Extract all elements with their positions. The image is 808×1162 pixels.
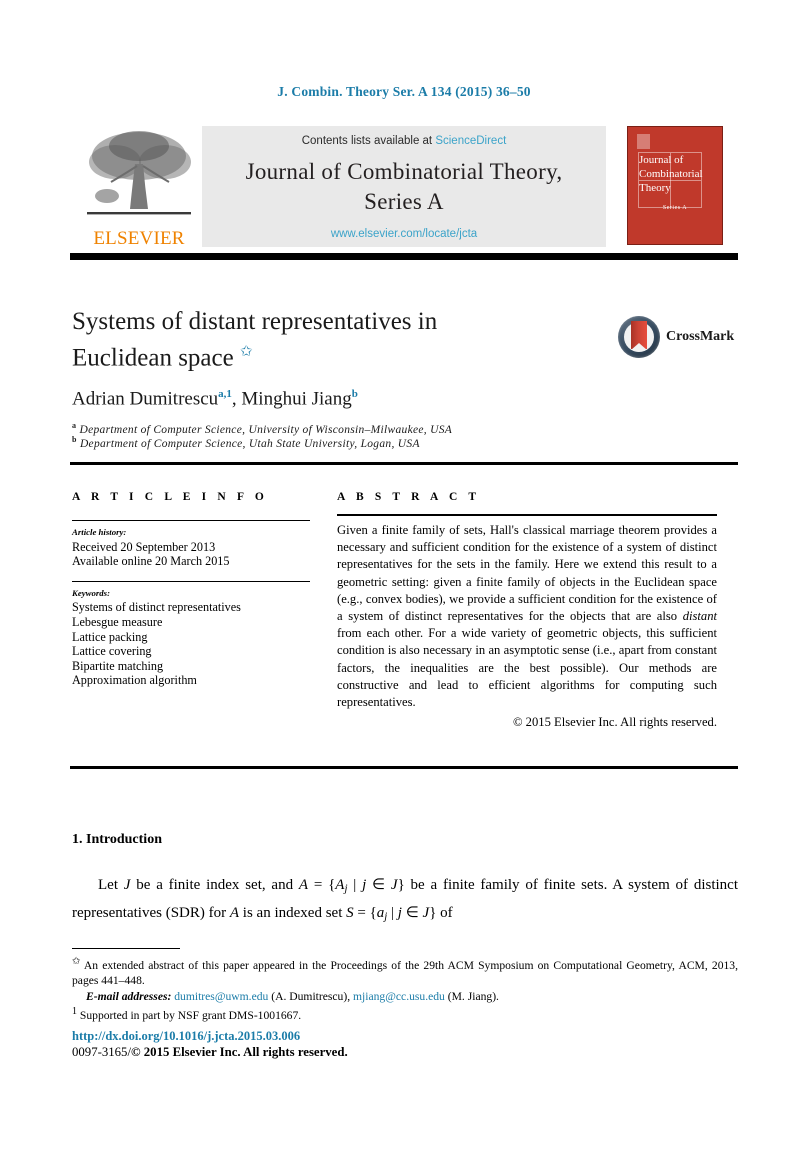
keyword-item: Lebesgue measure	[72, 614, 163, 629]
keywords-label: Keywords:	[72, 587, 110, 598]
title-footnote-marker[interactable]: ✩	[240, 344, 253, 360]
footnote-star-text: An extended abstract of this paper appea…	[72, 958, 738, 988]
footnote-star-marker: ✩	[72, 956, 81, 967]
abstract-column: Given a finite family of sets, Hall's cl…	[337, 514, 717, 731]
keywords-rule	[72, 580, 310, 582]
email-owner-2: (M. Jiang).	[447, 989, 499, 1003]
issn-number: 0097-3165/	[72, 1045, 132, 1059]
abstract-part-1: Given a finite family of sets, Hall's cl…	[337, 523, 717, 624]
affiliation-b-text: Department of Computer Science, Utah Sta…	[79, 437, 420, 450]
journal-title-line2: Series A	[364, 189, 444, 214]
footnote-one: 1 Supported in part by NSF grant DMS-100…	[72, 1004, 738, 1023]
article-info-heading: A R T I C L E I N F O	[72, 491, 268, 503]
email-link-1[interactable]: dumitres@uwm.edu	[174, 990, 268, 1003]
cover-title: Journal of Combinatorial Theory	[639, 154, 703, 194]
abstract-text: Given a finite family of sets, Hall's cl…	[337, 522, 717, 711]
running-head: J. Combin. Theory Ser. A 134 (2015) 36–5…	[277, 84, 531, 99]
keywords-block: Keywords: Systems of distinct representa…	[72, 586, 310, 688]
journal-homepage-link[interactable]: www.elsevier.com/locate/jcta	[202, 228, 606, 240]
masthead-band: Contents lists available at ScienceDirec…	[202, 126, 606, 247]
issn-copyright: © 2015 Elsevier Inc.	[131, 1045, 241, 1059]
abstract-rule	[337, 514, 717, 516]
journal-article-page: J. Combin. Theory Ser. A 134 (2015) 36–5…	[0, 0, 808, 1162]
footnote-one-marker: 1	[72, 1006, 77, 1018]
contents-prefix: Contents lists available at	[301, 135, 436, 147]
author-2: Minghui Jiang	[241, 388, 352, 410]
footnote-one-text: Supported in part by NSF grant DMS-10016…	[79, 1008, 302, 1022]
doi-link[interactable]: http://dx.doi.org/10.1016/j.jcta.2015.03…	[72, 1029, 300, 1044]
author-1-marks[interactable]: a,1	[218, 388, 232, 400]
abstract-top-divider	[70, 462, 738, 465]
keyword-item: Approximation algorithm	[72, 673, 197, 688]
elsevier-tree-icon	[87, 131, 191, 215]
keyword-item: Bipartite matching	[72, 658, 164, 673]
journal-masthead: ELSEVIER Contents lists available at Sci…	[85, 124, 723, 252]
section-heading-introduction: 1. Introduction	[72, 832, 162, 847]
keyword-item: Lattice packing	[72, 629, 148, 644]
cover-elsevier-mark	[637, 134, 650, 149]
cover-series: Series A	[662, 205, 688, 211]
article-received: Received 20 September 2013	[72, 539, 216, 554]
keyword-item: Lattice covering	[72, 644, 152, 659]
crossmark-label: CrossMark	[666, 329, 735, 344]
author-list: Adrian Dumitrescua,1, Minghui Jiangb	[72, 388, 358, 410]
abstract-emphasis: distant	[682, 609, 717, 624]
issn-rights: All rights reserved.	[240, 1045, 348, 1059]
email-addresses-label: E-mail addresses:	[86, 989, 172, 1003]
elsevier-wordmark: ELSEVIER	[93, 228, 185, 249]
keyword-item: Systems of distinct representatives	[72, 600, 241, 615]
page-title: Systems of distant representatives in Euc…	[72, 308, 438, 372]
article-history-block: Article history: Received 20 September 2…	[72, 525, 310, 569]
footnotes-block: ✩ An extended abstract of this paper app…	[72, 954, 738, 1023]
affiliation-b: b Department of Computer Science, Utah S…	[72, 435, 712, 450]
email-link-2[interactable]: mjiang@cc.usu.edu	[353, 990, 445, 1003]
crossmark-badge[interactable]: CrossMark	[618, 316, 738, 360]
article-history-label: Article history:	[72, 527, 127, 537]
intro-paragraph: Let J be a finite index set, and A = {Aj…	[72, 877, 738, 923]
author-2-marks[interactable]: b	[352, 388, 358, 400]
article-info-column: Article history: Received 20 September 2…	[72, 520, 310, 688]
journal-title-line1: Journal of Combinatorial Theory,	[245, 159, 563, 184]
issn-copyright-line: 0097-3165/© 2015 Elsevier Inc. All right…	[72, 1045, 348, 1060]
affiliation-b-mark: b	[72, 435, 77, 444]
affiliation-a: a Department of Computer Science, Univer…	[72, 421, 712, 436]
masthead-divider	[70, 253, 738, 260]
abstract-bottom-divider	[70, 766, 738, 769]
crossmark-ribbon-icon	[631, 321, 647, 350]
abstract-part-2: from each other. For a wide variety of g…	[337, 626, 717, 710]
footnote-rule	[72, 948, 180, 950]
author-1: Adrian Dumitrescu	[72, 388, 219, 410]
sciencedirect-link[interactable]: ScienceDirect	[435, 135, 506, 147]
contents-available-line: Contents lists available at ScienceDirec…	[202, 135, 606, 147]
abstract-copyright: © 2015 Elsevier Inc. All rights reserved…	[512, 715, 717, 730]
abstract-heading: A B S T R A C T	[337, 491, 481, 503]
article-available-online: Available online 20 March 2015	[72, 554, 230, 569]
affiliation-a-mark: a	[72, 421, 77, 430]
history-rule	[72, 520, 310, 521]
email-owner-1: (A. Dumitrescu),	[271, 989, 351, 1003]
elsevier-logo: ELSEVIER	[85, 126, 193, 252]
journal-cover-thumbnail[interactable]: Journal of Combinatorial Theory Series A	[627, 126, 723, 245]
crossmark-circle-icon	[618, 316, 660, 358]
footnote-star: ✩ An extended abstract of this paper app…	[72, 954, 738, 989]
footnote-emails: E-mail addresses: dumitres@uwm.edu (A. D…	[72, 989, 738, 1004]
journal-title: Journal of Combinatorial Theory, Series …	[202, 157, 606, 217]
